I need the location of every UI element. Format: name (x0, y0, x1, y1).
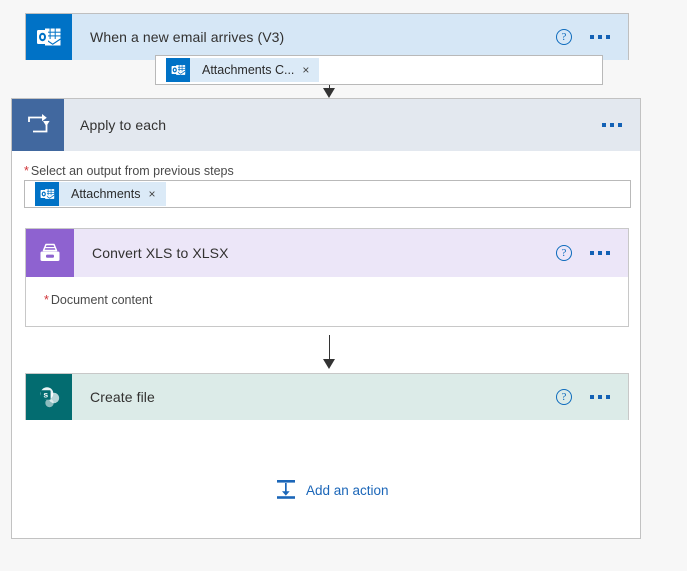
svg-text:s: s (43, 390, 48, 400)
close-icon[interactable]: × (302, 63, 319, 77)
overflow-menu-icon[interactable] (602, 123, 622, 127)
document-content-label: * Document content (44, 293, 152, 307)
overflow-menu-icon[interactable] (590, 395, 610, 399)
create-file-header-actions: ? (556, 389, 628, 405)
create-file-title: Create file (90, 389, 155, 405)
create-file-header[interactable]: s Create file ? (26, 374, 628, 420)
apply-to-each-header[interactable]: Apply to each (12, 99, 640, 151)
convert-xls-header[interactable]: Convert XLS to XLSX ? (26, 229, 628, 277)
trigger-card[interactable]: When a new email arrives (V3) ? (25, 13, 629, 60)
select-output-label-text: Select an output from previous steps (30, 164, 234, 178)
token-label: Attachments (71, 187, 141, 201)
connector-convert-to-create (312, 335, 346, 371)
token-label: Attachments C... (202, 63, 295, 77)
trigger-header-actions: ? (556, 29, 628, 45)
convert-xls-header-actions: ? (556, 245, 628, 261)
connector-arrow-icon (323, 359, 335, 369)
convert-xls-body: * Document content (26, 277, 628, 327)
trigger-title: When a new email arrives (V3) (90, 29, 285, 45)
document-content-label-text: Document content (50, 293, 153, 307)
help-icon[interactable]: ? (556, 29, 572, 45)
outlook-icon (26, 14, 72, 60)
apply-to-each-header-actions (602, 123, 640, 127)
select-output-label: * Select an output from previous steps (24, 164, 234, 178)
loop-icon (12, 99, 64, 151)
attachments-token[interactable]: Attachments × (35, 182, 166, 206)
close-icon[interactable]: × (148, 187, 165, 201)
overflow-menu-icon[interactable] (590, 251, 610, 255)
document-content-input[interactable]: Attachments C... × (155, 55, 603, 85)
apply-to-each-title: Apply to each (80, 117, 167, 133)
convert-xls-title: Convert XLS to XLSX (92, 245, 229, 261)
sharepoint-icon: s (26, 374, 72, 420)
add-an-action-label: Add an action (306, 483, 389, 498)
create-file-card[interactable]: s Create file ? (25, 373, 629, 420)
outlook-icon (35, 182, 59, 206)
outlook-icon (166, 58, 190, 82)
connector-arrow-icon (323, 88, 335, 98)
insert-action-icon (275, 478, 297, 503)
add-an-action-button[interactable]: Add an action (275, 478, 389, 503)
trigger-card-header[interactable]: When a new email arrives (V3) ? (26, 14, 628, 60)
help-icon[interactable]: ? (556, 389, 572, 405)
required-marker: * (24, 164, 29, 178)
tray-icon (26, 229, 74, 277)
select-output-input[interactable]: Attachments × (24, 180, 631, 208)
help-icon[interactable]: ? (556, 245, 572, 261)
connector-line (329, 335, 331, 362)
convert-xls-card[interactable]: Convert XLS to XLSX ? * Document content (25, 228, 629, 327)
required-marker: * (44, 293, 49, 307)
attachments-content-token[interactable]: Attachments C... × (166, 58, 320, 82)
overflow-menu-icon[interactable] (590, 35, 610, 39)
